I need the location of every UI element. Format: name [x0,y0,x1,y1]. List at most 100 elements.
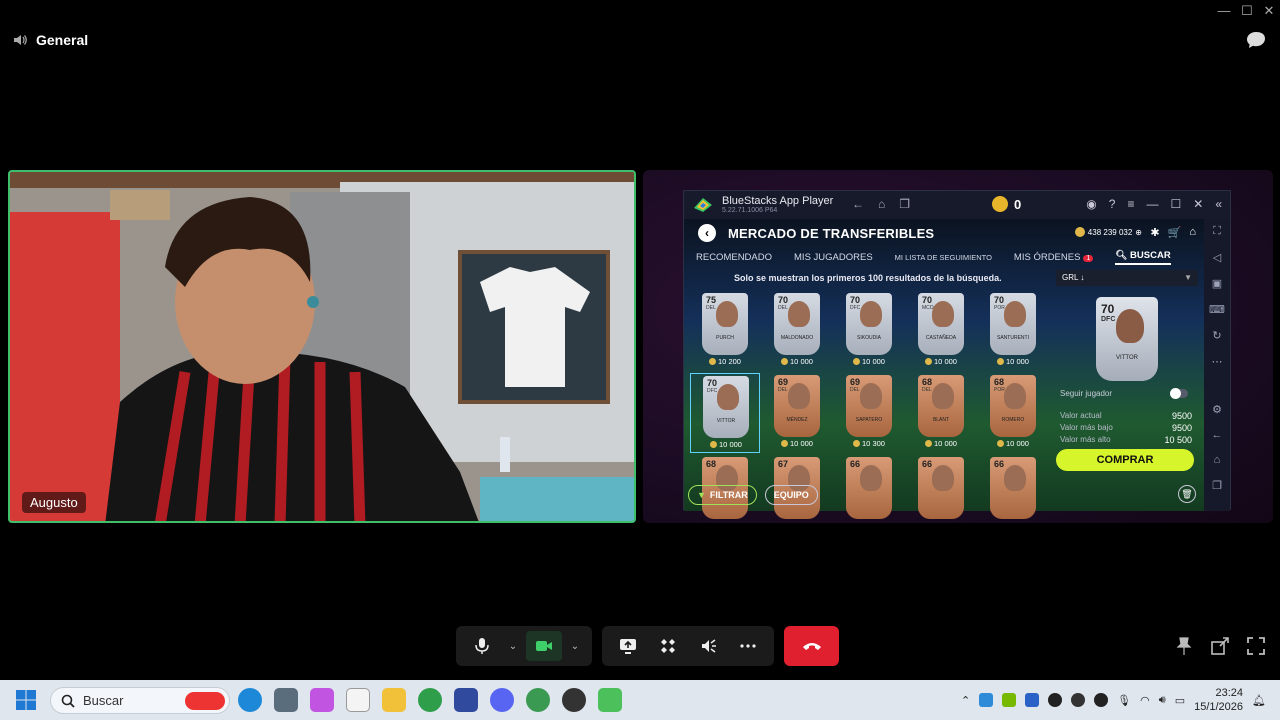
back-arrow-icon[interactable]: ← [852,197,864,211]
player-card-slot[interactable]: 66 [906,455,976,523]
app-icon[interactable] [562,688,586,712]
participant-video[interactable]: Augusto [8,170,636,523]
edge-icon[interactable] [238,688,262,712]
follow-toggle[interactable] [1170,388,1188,399]
clock[interactable]: 23:24 15/1/2026 [1194,686,1243,714]
chat-icon[interactable] [1246,31,1266,49]
chrome-profile-icon[interactable] [526,688,550,712]
tab-recomendado[interactable]: RECOMENDADO [696,252,772,263]
windows-start-icon[interactable] [16,690,36,710]
card-rating: 66 [994,459,1005,469]
disconnect-button[interactable] [784,626,839,666]
game-home-icon[interactable]: ⌂ [1189,226,1196,239]
multi-instance-icon[interactable]: ❐ [899,197,910,211]
maximize-icon[interactable]: ☐ [1170,197,1181,211]
wifi-icon[interactable]: ◠ [1140,694,1150,707]
close-icon[interactable]: ✕ [1193,197,1203,211]
collapse-icon[interactable]: « [1215,197,1222,211]
bluetooth-icon[interactable] [1025,693,1040,707]
player-card-slot[interactable]: 66 [834,455,904,523]
menu-icon[interactable]: ≡ [1127,197,1134,211]
game-back-button[interactable]: ‹ [698,224,716,242]
player-card-grid: 75 DEL PURCH 10 200 70 DEL MALDONADO 10 000 70 DF… [690,291,1050,519]
minimize-button[interactable]: — [1213,2,1235,20]
player-card-slot[interactable]: 70 DFC SIKOUDIA 10 000 [834,291,904,371]
player-card-slot[interactable]: 70 MCO CASTAÑEDA 10 000 [906,291,976,371]
volume-tray-icon[interactable]: 🔊︎ [1159,694,1166,707]
more-icon[interactable]: ⋯ [1212,355,1223,368]
help-icon[interactable]: ? [1109,197,1116,211]
side-home-icon[interactable]: ⌂ [1214,454,1221,466]
battery-icon[interactable]: ▭ [1175,694,1185,707]
keyboard-icon[interactable]: ⌨ [1209,303,1225,316]
bluestacks-taskbar-icon[interactable] [598,688,622,712]
chrome-icon[interactable] [418,688,442,712]
fullscreen-icon[interactable]: ⛶ [1213,225,1221,238]
fullscreen-call-icon[interactable] [1246,636,1266,656]
settings-gear-icon[interactable]: ✱ [1150,226,1159,239]
camera-options-chevron-icon[interactable]: ⌄ [566,631,584,661]
microphone-tray-icon[interactable]: 🎙︎ [1117,694,1131,707]
side-back-icon[interactable]: ← [1212,429,1223,441]
player-card-slot[interactable]: 68 POR ROMERO 10 000 [978,373,1048,453]
close-button[interactable]: ✕ [1258,2,1280,20]
sort-dropdown[interactable]: GRL ↓ ▼ [1056,270,1198,286]
media-icon[interactable]: ▣ [1212,277,1222,290]
trash-icon[interactable]: 🗑︎ [1178,485,1196,503]
filter-button[interactable]: ▼ FILTRAR [688,485,757,505]
tray-icon-1[interactable] [1048,693,1063,707]
notepad-icon[interactable] [346,688,370,712]
buy-button[interactable]: COMPRAR [1056,449,1194,471]
shop-cart-icon[interactable]: 🛒 [1168,226,1182,239]
recent-apps-icon[interactable]: ❐ [1212,479,1222,492]
highest-value-row: Valor más alto 10 500 [1060,435,1192,445]
soundboard-button[interactable] [690,631,726,661]
add-coins-icon[interactable]: ⊕ [1135,228,1142,237]
file-explorer-icon[interactable] [382,688,406,712]
notifications-icon[interactable]: 🔔︎ [1252,694,1266,707]
volume-icon[interactable]: ◁ [1213,251,1221,264]
lowest-value: 9500 [1171,423,1192,433]
popout-icon[interactable] [1210,636,1230,656]
screen-share[interactable]: BlueStacks App Player 5.22.71.1006 P64 ←… [643,170,1273,523]
more-options-button[interactable] [730,631,766,661]
player-card-slot[interactable]: 69 DEL MÉNDEZ 10 000 [762,373,832,453]
tray-expand-icon[interactable]: ⌃ [961,694,970,707]
pin-icon[interactable] [1174,636,1194,656]
copilot-icon[interactable] [310,688,334,712]
bluestacks-coins[interactable]: 0 [992,196,1021,212]
player-card-slot[interactable]: 70 DEL MALDONADO 10 000 [762,291,832,371]
microphone-button[interactable] [464,631,500,661]
activities-button[interactable] [650,631,686,661]
share-screen-button[interactable] [610,631,646,661]
settings-icon[interactable]: ⚙ [1212,403,1222,416]
player-card-slot[interactable]: 69 DEL SAPATERO 10 300 [834,373,904,453]
minimize-icon[interactable]: — [1146,197,1158,211]
calculator-icon[interactable] [274,688,298,712]
nvidia-icon[interactable] [1002,693,1017,707]
screen-share-icon [620,639,636,654]
tab-mis-jugadores[interactable]: MIS JUGADORES [794,252,873,263]
player-card-slot[interactable]: 70 POR SANTURENTI 10 000 [978,291,1048,371]
photos-icon[interactable] [454,688,478,712]
tab-lista-seguimiento[interactable]: MI LISTA DE SEGUIMIENTO [895,253,992,262]
player-card-slot[interactable]: 75 DEL PURCH 10 200 [690,291,760,371]
tray-icon-2[interactable] [1071,693,1086,707]
team-button[interactable]: EQUIPO [764,485,818,505]
steam-icon[interactable] [1094,693,1109,707]
camera-button[interactable] [526,631,562,661]
discord-icon[interactable] [490,688,514,712]
tab-mis-ordenes[interactable]: MIS ÓRDENES 1 [1014,252,1094,263]
home-icon[interactable]: ⌂ [878,197,885,211]
taskbar-search[interactable]: Buscar [50,687,230,714]
rotate-icon[interactable]: ↻ [1212,329,1221,342]
player-card-slot[interactable]: 70 DFC VITTOR 10 000 [690,373,760,453]
maximize-button[interactable]: ☐ [1236,2,1258,20]
player-card-slot[interactable]: 66 [978,455,1048,523]
card-rating: 70 [707,378,718,388]
mic-options-chevron-icon[interactable]: ⌄ [504,631,522,661]
account-icon[interactable]: ◉ [1086,197,1096,211]
tab-buscar[interactable]: 🔍︎ BUSCAR [1115,250,1171,265]
player-card-slot[interactable]: 68 DEL BLANT 10 000 [906,373,976,453]
tray-app-icon[interactable] [979,693,994,707]
